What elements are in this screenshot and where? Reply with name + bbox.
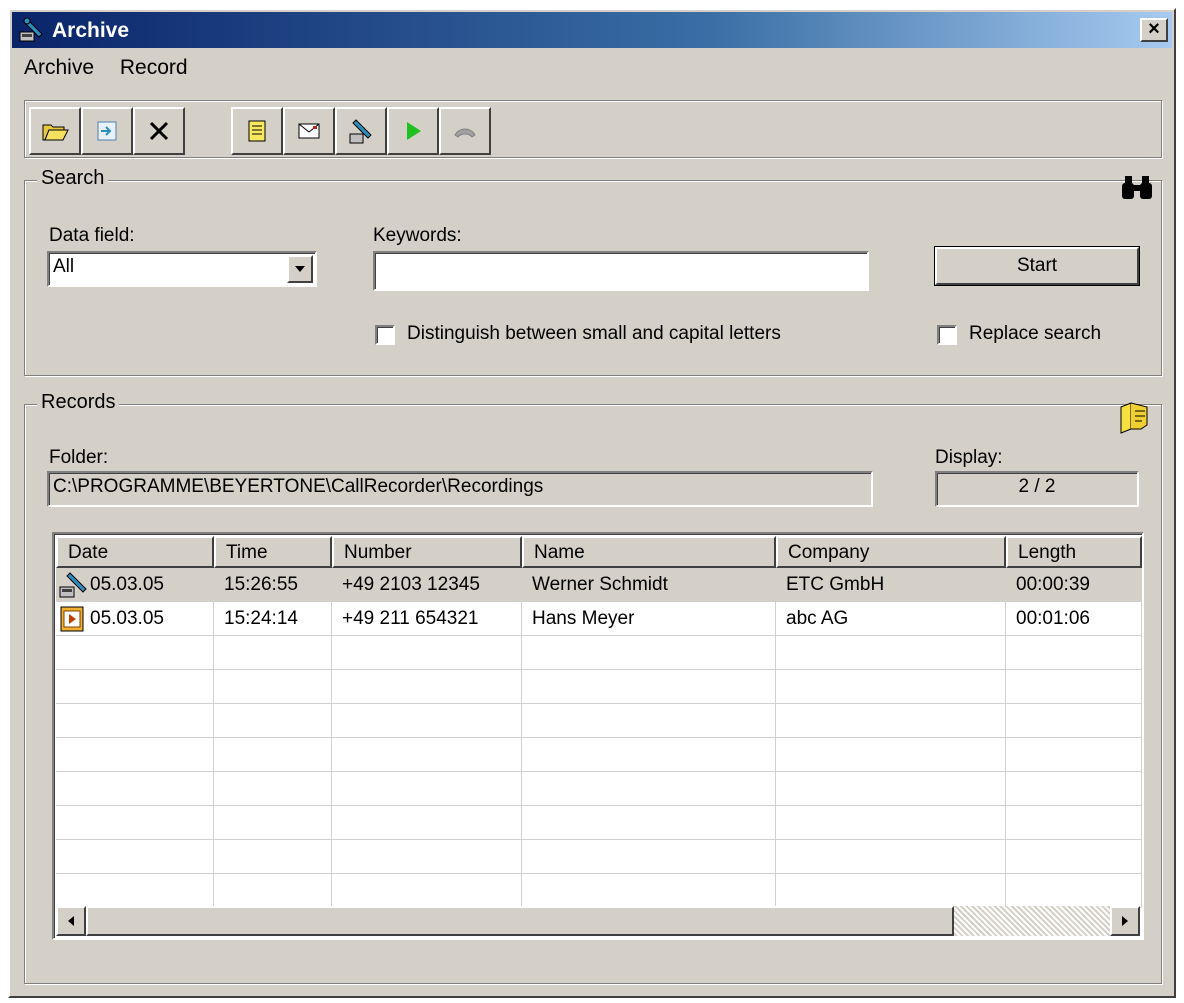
cell-name: Werner Schmidt bbox=[522, 568, 776, 602]
table-row[interactable]: 05.03.05 15:24:14 +49 211 654321 Hans Me… bbox=[56, 602, 1142, 636]
delete-button[interactable] bbox=[133, 107, 185, 155]
folder-label: Folder: bbox=[49, 447, 109, 468]
cell-company: abc AG bbox=[776, 602, 1006, 636]
cell-length: 00:00:39 bbox=[1006, 568, 1142, 602]
call-recorder-icon bbox=[349, 119, 372, 144]
empty-row bbox=[56, 874, 1142, 908]
scroll-left-button[interactable] bbox=[56, 906, 86, 936]
binoculars-icon bbox=[1122, 176, 1152, 199]
close-button[interactable]: × bbox=[1140, 18, 1168, 42]
open-button[interactable] bbox=[29, 107, 81, 155]
case-sensitive-label: Distinguish between small and capital le… bbox=[407, 323, 781, 344]
open-folder-icon bbox=[42, 124, 69, 141]
arrow-right-icon bbox=[1122, 916, 1128, 926]
data-field-select[interactable]: All bbox=[47, 251, 317, 287]
empty-row bbox=[56, 704, 1142, 738]
cell-length: 00:01:06 bbox=[1006, 602, 1142, 636]
toolbar-group-record bbox=[231, 107, 491, 155]
empty-row bbox=[56, 636, 1142, 670]
case-sensitive-checkbox[interactable] bbox=[375, 325, 395, 345]
cell-date: 05.03.05 bbox=[56, 568, 214, 602]
menu-archive[interactable]: Archive bbox=[14, 54, 104, 82]
empty-row bbox=[56, 670, 1142, 704]
cell-time: 15:24:14 bbox=[214, 602, 332, 636]
notes-button[interactable] bbox=[231, 107, 283, 155]
video-file-icon bbox=[60, 606, 84, 631]
toolbar bbox=[24, 100, 1162, 158]
cell-number: +49 2103 12345 bbox=[332, 568, 522, 602]
display-count-value: 2 / 2 bbox=[1018, 476, 1056, 497]
menu-bar: Archive Record bbox=[14, 54, 198, 84]
hangup-button[interactable] bbox=[439, 107, 491, 155]
horizontal-scrollbar[interactable] bbox=[56, 906, 1140, 936]
column-header-time[interactable]: Time bbox=[214, 536, 332, 568]
column-header-name[interactable]: Name bbox=[522, 536, 776, 568]
column-header-number[interactable]: Number bbox=[332, 536, 522, 568]
empty-row bbox=[56, 806, 1142, 840]
empty-row bbox=[56, 772, 1142, 806]
data-field-label: Data field: bbox=[49, 225, 135, 246]
search-group: Search Data field: All Keywords: Start D… bbox=[24, 167, 1162, 376]
search-legend: Search bbox=[37, 167, 109, 190]
replace-search-checkbox[interactable] bbox=[937, 325, 957, 345]
play-button[interactable] bbox=[387, 107, 439, 155]
hangup-icon bbox=[454, 128, 476, 138]
display-label: Display: bbox=[935, 447, 1003, 468]
phone-recording-icon bbox=[59, 571, 87, 597]
cell-date-text: 05.03.05 bbox=[90, 573, 164, 595]
toolbar-group-file bbox=[29, 107, 185, 155]
recorder-button[interactable] bbox=[335, 107, 387, 155]
column-header-company[interactable]: Company bbox=[776, 536, 1006, 568]
call-recorder-icon bbox=[19, 17, 43, 42]
keywords-input[interactable] bbox=[373, 251, 869, 291]
column-header-date[interactable]: Date bbox=[56, 536, 214, 568]
export-icon bbox=[97, 121, 117, 141]
keywords-label: Keywords: bbox=[373, 225, 462, 246]
table-body: 05.03.05 15:26:55 +49 2103 12345 Werner … bbox=[56, 568, 1142, 908]
replace-search-label: Replace search bbox=[969, 323, 1102, 344]
arrow-left-icon bbox=[68, 916, 74, 926]
folder-path-field: C:\PROGRAMME\BEYERTONE\CallRecorder\Reco… bbox=[47, 471, 873, 507]
folder-icon bbox=[1120, 402, 1148, 434]
dropdown-arrow-button[interactable] bbox=[287, 255, 313, 283]
display-count-field: 2 / 2 bbox=[935, 471, 1139, 507]
empty-row bbox=[56, 840, 1142, 874]
cell-name: Hans Meyer bbox=[522, 602, 776, 636]
archive-window: Archive × Archive Record Search Data fie… bbox=[8, 8, 1176, 998]
cell-number: +49 211 654321 bbox=[332, 602, 522, 636]
cell-date-text: 05.03.05 bbox=[90, 607, 164, 629]
start-button[interactable]: Start bbox=[934, 246, 1140, 286]
cell-date: 05.03.05 bbox=[56, 602, 214, 636]
cell-company: ETC GmbH bbox=[776, 568, 1006, 602]
cell-time: 15:26:55 bbox=[214, 568, 332, 602]
email-button[interactable] bbox=[283, 107, 335, 155]
email-icon bbox=[298, 123, 320, 139]
folder-path-value: C:\PROGRAMME\BEYERTONE\CallRecorder\Reco… bbox=[53, 476, 544, 497]
data-field-value: All bbox=[53, 256, 75, 277]
delete-icon bbox=[149, 121, 169, 141]
column-header-length[interactable]: Length bbox=[1006, 536, 1142, 568]
window-title: Archive bbox=[52, 19, 130, 42]
records-legend: Records bbox=[37, 391, 120, 414]
scroll-thumb[interactable] bbox=[86, 906, 954, 936]
notes-icon bbox=[248, 120, 266, 142]
chevron-down-icon bbox=[295, 266, 305, 272]
scroll-right-button[interactable] bbox=[1110, 906, 1140, 936]
export-button[interactable] bbox=[81, 107, 133, 155]
play-icon bbox=[407, 122, 421, 140]
title-bar[interactable]: Archive × bbox=[12, 12, 1172, 48]
empty-row bbox=[56, 738, 1142, 772]
menu-record[interactable]: Record bbox=[110, 54, 198, 82]
table-row[interactable]: 05.03.05 15:26:55 +49 2103 12345 Werner … bbox=[56, 568, 1142, 602]
table-header: Date Time Number Name Company Length bbox=[56, 536, 1142, 568]
records-table: Date Time Number Name Company Length 05.… bbox=[52, 532, 1144, 940]
